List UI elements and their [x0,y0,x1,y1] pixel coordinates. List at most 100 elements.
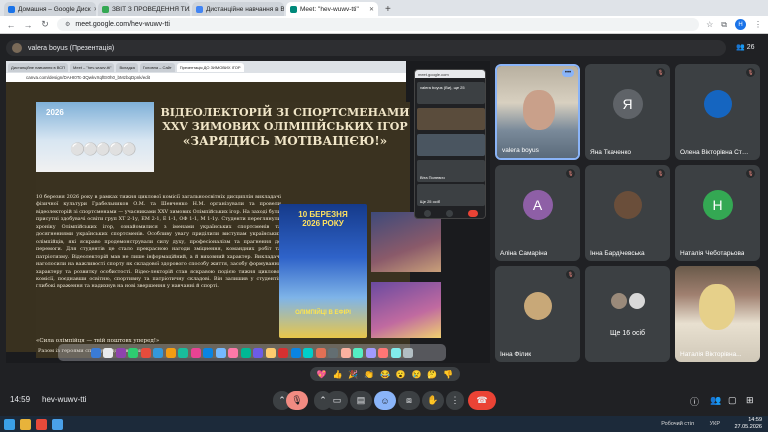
participant-name: Аліна Самаріна [500,250,548,257]
participant-tile[interactable]: Наталія Вікторівна... [675,266,760,362]
dock-app-icon [278,347,289,358]
browser-tab[interactable]: Домашня – Google Диск✕ [4,2,96,16]
people-icon[interactable]: 👥 [710,395,721,406]
close-tab-icon[interactable]: ✕ [94,6,96,13]
shared-browser-tabs: Дистанційне навчання в ВСП Meet – "hev-wu… [6,61,406,73]
dock-app-icon [353,347,364,358]
close-tab-icon[interactable]: ✕ [369,6,374,13]
participant-avatar [609,291,628,310]
meet-controls-bar: 14:59 hev-wuwv-tti ⌃ 🎙 ⌃ ▭ ▤ ☺ ⧈ ✋ ⋮ ☎ ⓘ… [0,384,768,416]
event-photo [371,282,441,338]
pip-mic-button[interactable] [424,209,432,217]
tab-label: ЗВІТ З ПРОВЕДЕННЯ ТИЖНЯ [112,5,190,13]
participant-tile[interactable]: valera boyus ••• [495,64,580,160]
tab-favicon-icon [8,5,15,13]
browser-tab[interactable]: Дистанційне навчання в ВСП✕ [192,2,284,16]
present-button[interactable]: ⧈ [398,391,420,410]
system-clock[interactable]: 14:59 27.05.2026 [734,417,762,430]
participant-tile[interactable]: А Аліна Самаріна [495,165,580,261]
dock-app-icon [290,347,301,358]
reaction-emoji[interactable]: 💖 [317,370,327,379]
participant-video [497,66,578,158]
chrome-taskbar-icon[interactable] [36,418,47,430]
windows-start-icon[interactable] [4,418,15,430]
shared-browser-tab: Дистанційне навчання в ВСП [8,62,69,72]
presenter-avatar [12,43,22,53]
new-tab-button[interactable]: + [380,2,396,16]
keyboard-language[interactable]: УКР [710,421,720,427]
reaction-emoji[interactable]: 👏 [364,370,374,379]
pip-tile [417,134,485,156]
pip-controls [417,208,485,218]
participant-tile[interactable]: Я Яна Ткаченко [585,64,670,160]
participant-name: Яна Ткаченко [590,149,631,156]
site-info-icon[interactable]: ⚙ [65,21,70,28]
meet-pip-window[interactable]: meet.google.com valera boyus (Ви), ще 25… [414,69,486,219]
clock-date: 27.05.2026 [734,423,762,430]
reaction-emoji[interactable]: 😮 [396,370,406,379]
app-taskbar-icon[interactable] [52,418,63,430]
mic-muted-icon [566,270,575,279]
pip-hangup-button[interactable] [467,209,478,217]
people-count-button[interactable]: 👥 26 [736,43,755,52]
browser-tab[interactable]: Meet: "hev-wuwv-tti" ✕ [286,2,378,16]
reaction-emoji[interactable]: 🎉 [348,370,358,379]
info-icon[interactable]: ⓘ [690,395,699,408]
menu-icon[interactable]: ⋮ [754,20,762,29]
participant-video [675,266,760,362]
reaction-emoji[interactable]: 😂 [380,370,390,379]
address-bar[interactable]: ⚙ meet.google.com/hev-wuwv-tti [57,18,700,31]
tab-label: Домашня – Google Диск [18,5,91,13]
profile-avatar[interactable]: Н [735,19,746,30]
dock-app-icon [153,347,164,358]
slide-body: 10 березня 2026 року в рамках тижня цикл… [36,194,281,292]
reaction-emoji[interactable]: 🤔 [427,370,437,379]
meeting-code: hev-wuwv-tti [42,395,87,404]
participant-tile[interactable]: Інна Бардічевська [585,165,670,261]
mic-muted-icon [746,169,755,178]
reactions-button[interactable]: ☺ [374,391,396,410]
mic-muted-icon [566,169,575,178]
microphone-button[interactable]: 🎙 [286,391,308,410]
pip-camera-button[interactable] [445,209,453,217]
mac-dock [58,344,446,361]
bookmark-star-icon[interactable]: ☆ [706,20,713,29]
file-explorer-icon[interactable] [20,418,31,430]
event-poster: 10 БЕРЕЗНЯ 2026 РОКУ ОЛІМПІЙЦІ В ЕФІРІ [279,204,367,338]
pip-tile [417,108,485,130]
leave-call-button[interactable]: ☎ [468,391,496,410]
people-count: 26 [746,43,755,51]
tab-favicon-icon [290,5,297,13]
dock-app-icon [90,347,101,358]
forward-icon[interactable]: → [23,20,33,30]
browser-tab[interactable]: ЗВІТ З ПРОВЕДЕННЯ ТИЖНЯ✕ [98,2,190,16]
chevron-up-icon: ⌃ [278,395,286,405]
more-icon[interactable]: ••• [562,69,574,77]
dock-app-icon [253,347,264,358]
reaction-emoji[interactable]: 😢 [411,370,421,379]
participant-tile[interactable]: Інна Філик [495,266,580,362]
participant-avatar [703,90,732,119]
reload-icon[interactable]: ↻ [40,19,50,30]
raise-hand-button[interactable]: ✋ [422,391,444,410]
camera-button[interactable]: ▭ [326,391,348,410]
more-options-button[interactable]: ⋮ [446,391,464,410]
participant-tile[interactable]: Н Наталія Чеботарьова [675,165,760,261]
dock-app-icon [365,347,376,358]
camera-icon: ▭ [332,395,342,405]
participant-tile[interactable]: Ще 16 осіб [585,266,670,362]
activities-icon[interactable]: ⊞ [746,395,754,406]
olympic-year: 2026 [46,108,64,117]
chat-icon[interactable]: ▢ [728,395,737,406]
participant-tile[interactable]: Олена Вікторівна Стр... [675,64,760,160]
pip-url: meet.google.com [415,70,485,78]
captions-button[interactable]: ▤ [350,391,372,410]
participant-name: Інна Філик [500,351,532,358]
reaction-emoji[interactable]: 👍 [333,370,343,379]
extensions-icon[interactable]: ⧉ [721,20,727,30]
back-icon[interactable]: ← [6,20,16,30]
reaction-emoji[interactable]: 👎 [443,370,453,379]
olympic-image: 2026 ⚪⚪⚪⚪⚪ [36,102,154,172]
olympic-rings-icon: ⚪⚪⚪⚪⚪ [70,142,137,156]
meet-window: Домашня – Google Диск✕ЗВІТ З ПРОВЕДЕННЯ … [0,0,768,432]
